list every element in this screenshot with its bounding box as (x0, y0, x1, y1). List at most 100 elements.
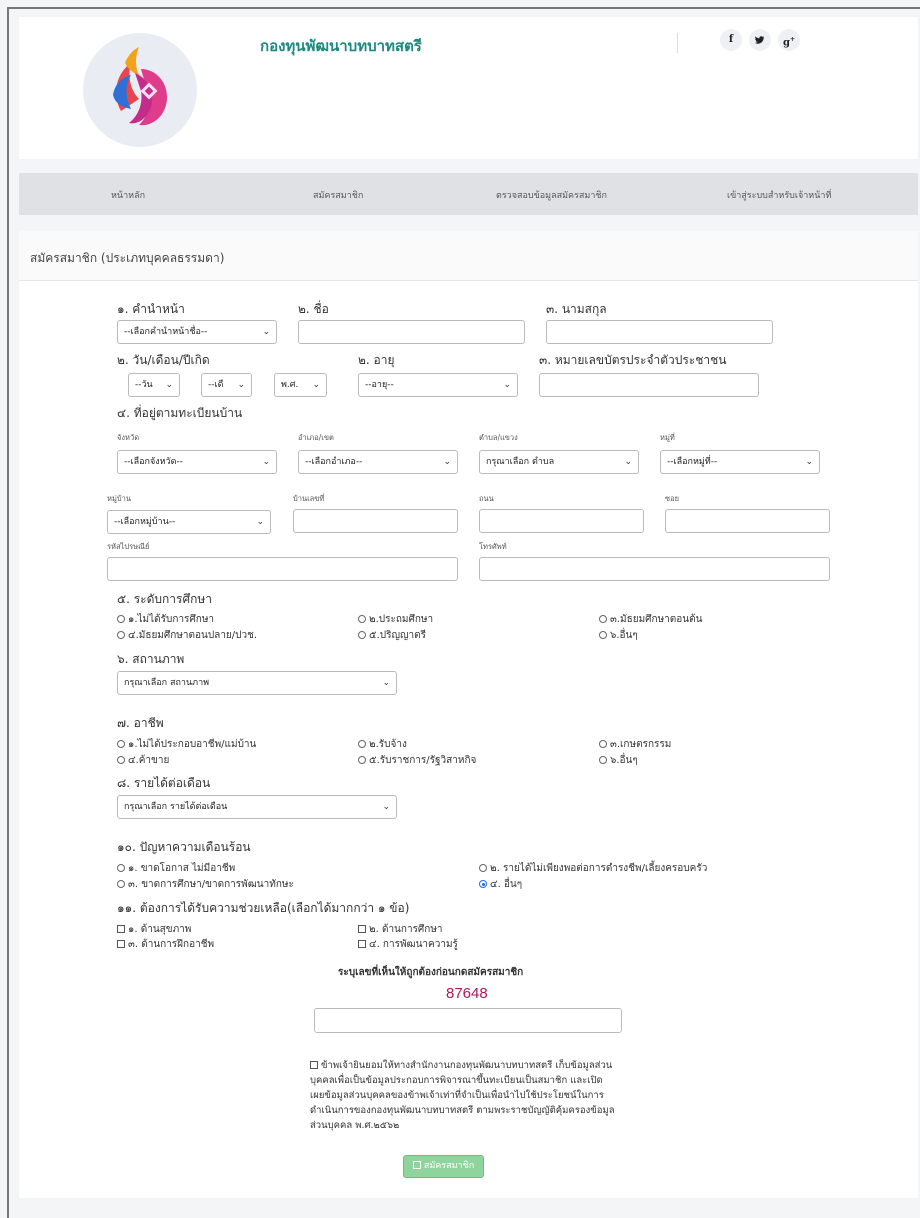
checkbox-icon (117, 940, 125, 948)
moo-select[interactable]: --เลือกหมู่ที่-- ⌄ (660, 450, 820, 474)
site-title: กองทุนพัฒนาบทบาทสตรี (260, 37, 422, 55)
help-option[interactable]: ๑. ด้านสุขภาพ (117, 922, 191, 937)
help-option[interactable]: ๒. ด้านการศึกษา (358, 922, 443, 937)
occupation-option[interactable]: ๑.ไม่ได้ประกอบอาชีพ/แม่บ้าน (117, 737, 256, 752)
site-logo[interactable] (83, 33, 197, 147)
nav-item-staff-login[interactable]: เข้าสู่ระบบสำหรับเจ้าหน้าที่ (727, 188, 831, 202)
checkbox-icon[interactable] (310, 1061, 318, 1069)
birth-month-select[interactable]: --เดื ⌄ (201, 373, 252, 397)
soi-label: ซอย (665, 494, 679, 503)
id-card-label: ๓. หมายเลขบัตรประจำตัวประชาชน (539, 353, 727, 367)
chevron-down-icon: ⌄ (256, 517, 264, 527)
radio-icon (117, 880, 125, 888)
title-prefix-label: ๑. คำนำหน้า (117, 302, 185, 316)
province-select[interactable]: --เลือกจังหวัด-- ⌄ (117, 450, 277, 474)
education-option[interactable]: ๓.มัธยมศึกษาตอนต้น (599, 612, 702, 627)
education-option[interactable]: ๕.ปริญญาตรี (358, 628, 426, 643)
panel-title: สมัครสมาชิก (ประเภทบุคคลธรรมดา) (30, 251, 225, 265)
age-label: ๒. อายุ (358, 353, 395, 367)
chevron-down-icon: ⌄ (262, 457, 270, 467)
education-option[interactable]: ๔.มัธยมศึกษาตอนปลาย/ปวช. (117, 628, 257, 643)
radio-icon (117, 631, 125, 639)
radio-icon (358, 756, 366, 764)
chevron-down-icon: ⌄ (382, 802, 390, 812)
last-name-label: ๓. นามสกุล (546, 302, 607, 316)
checkbox-icon (117, 925, 125, 933)
help-option[interactable]: ๓. ด้านการฝึกอาชีพ (117, 937, 214, 952)
problem-option[interactable]: ๒. รายได้ไม่เพียงพอต่อการดำรงชีพ/เลี้ยงค… (479, 861, 707, 876)
subdistrict-label: ตำบล/แขวง (479, 433, 518, 442)
first-name-input[interactable] (298, 320, 525, 344)
nav-item-home[interactable]: หน้าหลัก (111, 188, 145, 202)
checkbox-icon (358, 940, 366, 948)
age-select[interactable]: --อายุ-- ⌄ (358, 373, 518, 397)
house-number-label: บ้านเลขที่ (293, 494, 325, 503)
radio-icon (358, 631, 366, 639)
village-select[interactable]: --เลือกหมู่บ้าน-- ⌄ (107, 510, 271, 534)
education-option[interactable]: ๒.ประถมศึกษา (358, 612, 433, 627)
title-prefix-select[interactable]: --เลือกคำนำหน้าชื่อ-- ⌄ (117, 320, 277, 344)
birth-day-select[interactable]: --วัน ⌄ (128, 373, 180, 397)
income-label: ๘. รายได้ต่อเดือน (117, 776, 211, 790)
occupation-label: ๗. อาชีพ (117, 716, 164, 730)
radio-icon (358, 615, 366, 623)
province-label: จังหวัด (117, 433, 140, 442)
marital-status-select[interactable]: กรุณาเลือก สถานภาพ ⌄ (117, 671, 397, 695)
header-divider (677, 33, 678, 53)
occupation-option[interactable]: ๓.เกษตรกรรม (599, 737, 671, 752)
chevron-down-icon: ⌄ (443, 457, 451, 467)
education-option[interactable]: ๖.อื่นๆ (599, 628, 638, 643)
phone-label: โทรศัพท์ (479, 542, 507, 551)
nav-item-check-registration[interactable]: ตรวจสอบข้อมูลสมัครสมาชิก (496, 188, 607, 202)
google-plus-icon[interactable]: g+ (778, 29, 800, 51)
subdistrict-select[interactable]: กรุณาเลือก ตำบล ⌄ (479, 450, 639, 474)
last-name-input[interactable] (546, 320, 773, 344)
submit-button[interactable]: สมัครสมาชิก (403, 1155, 484, 1178)
id-card-input[interactable] (539, 373, 759, 397)
income-select[interactable]: กรุณาเลือก รายได้ต่อเดือน ⌄ (117, 795, 397, 819)
radio-icon (117, 740, 125, 748)
soi-input[interactable] (665, 509, 830, 533)
birth-year-select[interactable]: พ.ศ. ⌄ (274, 373, 327, 397)
birthdate-label: ๒. วัน/เดือน/ปีเกิด (117, 353, 210, 367)
chevron-down-icon: ⌄ (382, 678, 390, 688)
radio-icon (479, 864, 487, 872)
chevron-down-icon: ⌄ (624, 457, 632, 467)
twitter-icon[interactable] (749, 29, 771, 51)
chevron-down-icon: ⌄ (312, 380, 320, 390)
occupation-option[interactable]: ๕.รับราชการ/รัฐวิสาหกิจ (358, 753, 476, 768)
occupation-option[interactable]: ๔.ค้าขาย (117, 753, 169, 768)
phone-input[interactable] (479, 557, 830, 581)
facebook-icon[interactable]: f (720, 29, 742, 51)
education-option[interactable]: ๑.ไม่ได้รับการศึกษา (117, 612, 214, 627)
problem-option[interactable]: ๑. ขาดโอกาส ไม่มีอาชีพ (117, 861, 235, 876)
consent-checkbox-row[interactable]: ข้าพเจ้ายินยอมให้ทางสำนักงานกองทุนพัฒนาบ… (310, 1058, 615, 1133)
radio-icon (599, 740, 607, 748)
district-select[interactable]: --เลือกอำเภอ-- ⌄ (298, 450, 458, 474)
house-number-input[interactable] (293, 509, 458, 533)
radio-icon (117, 615, 125, 623)
panel-header: สมัครสมาชิก (ประเภทบุคคลธรรมดา) (19, 231, 918, 281)
radio-icon (599, 615, 607, 623)
problem-option-selected[interactable]: ๔. อื่นๆ (479, 877, 522, 892)
radio-icon (117, 756, 125, 764)
road-label: ถนน (479, 494, 494, 503)
chevron-down-icon: ⌄ (262, 327, 270, 337)
chevron-down-icon: ⌄ (165, 380, 173, 390)
save-icon (412, 1161, 421, 1169)
first-name-label: ๒. ชื่อ (298, 302, 329, 316)
chevron-down-icon: ⌄ (503, 380, 511, 390)
checkbox-icon (358, 925, 366, 933)
captcha-code: 87648 (446, 985, 488, 1002)
moo-label: หมู่ที่ (660, 433, 675, 442)
postcode-input[interactable] (107, 557, 458, 581)
captcha-input[interactable] (314, 1008, 622, 1033)
problem-option[interactable]: ๓. ขาดการศึกษา/ขาดการพัฒนาทักษะ (117, 877, 294, 892)
chevron-down-icon: ⌄ (805, 457, 813, 467)
help-option[interactable]: ๔. การพัฒนาความรู้ (358, 937, 458, 952)
nav-item-register[interactable]: สมัครสมาชิก (313, 188, 363, 202)
occupation-option[interactable]: ๒.รับจ้าง (358, 737, 407, 752)
problem-label: ๑๐. ปัญหาความเดือนร้อน (117, 840, 251, 854)
road-input[interactable] (479, 509, 644, 533)
occupation-option[interactable]: ๖.อื่นๆ (599, 753, 638, 768)
